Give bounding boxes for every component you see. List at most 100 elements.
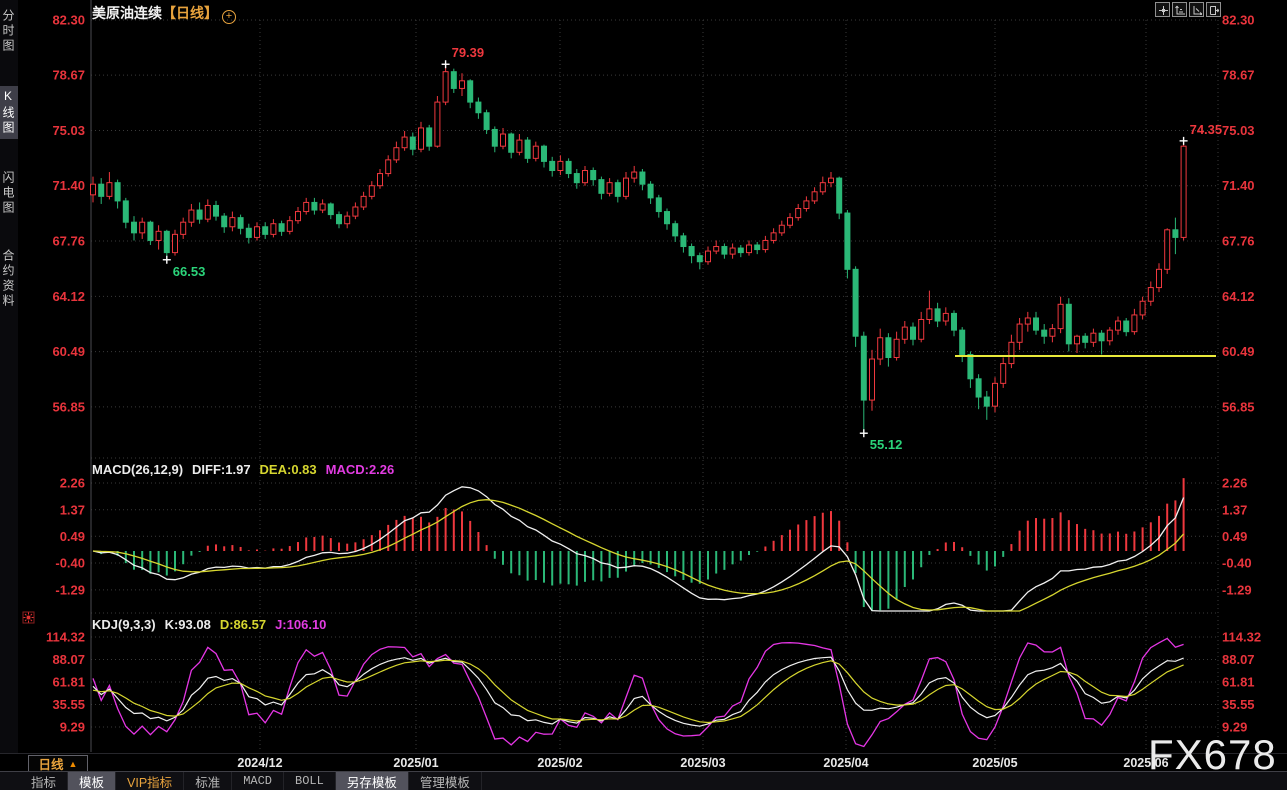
kdj-j-value: J:106.10 <box>275 617 326 632</box>
y-axis-label: 0.49 <box>1222 529 1247 544</box>
pan-right-button[interactable] <box>1206 2 1221 17</box>
y-axis-label: 35.55 <box>1222 697 1255 712</box>
crosshair-button[interactable] <box>1155 2 1170 17</box>
extreme-price-label: 55.12 <box>870 437 903 452</box>
kdj-plot <box>93 638 1184 746</box>
y-axis-label: 78.67 <box>1222 68 1255 83</box>
x-axis-label: 2025/04 <box>811 756 881 770</box>
y-axis-label: 61.81 <box>52 675 85 690</box>
kdj-d-value: D:86.57 <box>220 617 266 632</box>
pan-right-icon <box>1208 4 1219 15</box>
y-axis-label: 56.85 <box>52 399 85 414</box>
sidebar-item-contract-info[interactable]: 合约资料 <box>0 246 18 312</box>
tab-VIP指标[interactable]: VIP指标 <box>116 772 184 790</box>
macd-dea-value: DEA:0.83 <box>260 462 317 477</box>
chart-type-sidebar: 分时图 K线图闪电图合约资料 <box>0 0 18 753</box>
y-axis-label: -1.29 <box>55 582 85 597</box>
indicator-tab-bar: 指标模板VIP指标标准MACDBOLL另存模板管理模板 <box>0 771 1287 790</box>
dropdown-up-icon: ▲ <box>69 759 78 769</box>
tab-另存模板[interactable]: 另存模板 <box>336 772 409 790</box>
symbol-name: 美原油连续 <box>92 5 162 21</box>
y-axis-label: 1.37 <box>1222 502 1247 517</box>
y-axis-label: -0.40 <box>1222 556 1252 571</box>
axis-zoom-x-button[interactable] <box>1189 2 1204 17</box>
sidebar-item-kline-chart[interactable]: K线图 <box>0 86 18 139</box>
tab-管理模板[interactable]: 管理模板 <box>409 772 482 790</box>
y-axis-label: 88.07 <box>52 652 85 667</box>
y-axis-label: 64.12 <box>52 289 85 304</box>
macd-header: MACD(26,12,9) DIFF:1.97 DEA:0.83 MACD:2.26 <box>92 462 403 477</box>
tab-指标[interactable]: 指标 <box>20 772 68 790</box>
x-axis-label: 2025/02 <box>525 756 595 770</box>
candlesticks <box>91 64 1187 433</box>
tab-BOLL[interactable]: BOLL <box>284 772 336 790</box>
y-axis-label: 1.37 <box>60 502 85 517</box>
chart-application: 79.39 66.53 55.12 74.35 82.30 82.30 78.67 78.67… <box>0 0 1287 790</box>
dea-line <box>93 500 1184 611</box>
j-line <box>93 638 1184 746</box>
chart-canvas[interactable]: 79.39 66.53 55.12 74.35 82.30 82.30 78.67 78.67… <box>0 0 1287 753</box>
period-selector[interactable]: 日线 ▲ <box>28 755 88 772</box>
extreme-price-label: 66.53 <box>173 264 206 279</box>
y-axis-label: 75.03 <box>1222 123 1255 138</box>
y-axis-label: 71.40 <box>1222 178 1255 193</box>
y-axis-label: 67.76 <box>1222 234 1255 249</box>
x-axis-label: 2025/05 <box>960 756 1030 770</box>
extreme-price-label: 79.39 <box>452 45 485 60</box>
y-axis-label: 60.49 <box>52 344 85 359</box>
crosshair-icon <box>1157 4 1168 15</box>
tab-模板[interactable]: 模板 <box>68 772 116 790</box>
tab-标准[interactable]: 标准 <box>184 772 232 790</box>
macd-name: MACD(26,12,9) <box>92 462 183 477</box>
y-axis-label: 9.29 <box>60 720 85 735</box>
kdj-name: KDJ(9,3,3) <box>92 617 156 632</box>
extreme-price-label: 74.35 <box>1190 122 1223 137</box>
sidebar-item-time-chart[interactable]: 分时图 <box>0 6 18 57</box>
y-axis-label: 61.81 <box>1222 675 1255 690</box>
period-tag: 【日线】 <box>162 5 218 21</box>
y-axis-label: 88.07 <box>1222 652 1255 667</box>
y-axis-label: 35.55 <box>52 697 85 712</box>
y-axis-label: -1.29 <box>1222 582 1252 597</box>
kdj-k-value: K:93.08 <box>165 617 211 632</box>
y-axis-label: 75.03 <box>52 123 85 138</box>
instrument-title: 美原油连续【日线】 + <box>92 3 236 24</box>
y-axis-label: -0.40 <box>55 556 85 571</box>
x-axis-label: 2024/12 <box>225 756 295 770</box>
y-axis-label: 56.85 <box>1222 399 1255 414</box>
y-axis-label: 2.26 <box>1222 475 1247 490</box>
add-icon[interactable]: + <box>222 10 236 24</box>
y-axis-label: 9.29 <box>1222 720 1247 735</box>
x-axis-label: 2025/01 <box>381 756 451 770</box>
axis-zoom-x-icon <box>1191 4 1202 15</box>
y-axis-label: 60.49 <box>1222 344 1255 359</box>
chart-toolbar <box>1155 2 1221 17</box>
y-axis-label: 114.32 <box>46 630 85 645</box>
extreme-price-marker <box>163 256 171 264</box>
extreme-price-marker <box>860 429 868 437</box>
gridlines <box>91 20 1218 752</box>
y-axis-label: 64.12 <box>1222 289 1255 304</box>
y-axis-label: 71.40 <box>52 178 85 193</box>
y-axis-label: 67.76 <box>52 234 85 249</box>
y-axis-label: 0.49 <box>60 529 85 544</box>
indicator-settings-icon[interactable] <box>22 611 35 629</box>
kdj-header: KDJ(9,3,3) K:93.08 D:86.57 J:106.10 <box>92 617 335 632</box>
macd-plot <box>93 478 1184 611</box>
tab-MACD[interactable]: MACD <box>232 772 284 790</box>
y-axis-label: 2.26 <box>60 475 85 490</box>
axis-zoom-y-button[interactable] <box>1172 2 1187 17</box>
y-axis-label: 114.32 <box>1222 630 1261 645</box>
macd-diff-value: DIFF:1.97 <box>192 462 251 477</box>
y-axis-label: 82.30 <box>1222 13 1255 28</box>
y-axis-label: 82.30 <box>52 13 85 28</box>
time-axis-bar: 日线 ▲ 2024/12 2025/01 2025/02 2025/03 2025/04… <box>0 753 1287 772</box>
extreme-price-marker <box>442 60 450 68</box>
axis-zoom-y-icon <box>1174 4 1185 15</box>
sidebar-item-flash-chart[interactable]: 闪电图 <box>0 168 18 219</box>
x-axis-label: 2025/03 <box>668 756 738 770</box>
x-axis-label: 2025/06 <box>1111 756 1181 770</box>
macd-macd-value: MACD:2.26 <box>326 462 395 477</box>
extreme-price-marker <box>1180 137 1188 145</box>
y-axis-label: 78.67 <box>52 68 85 83</box>
